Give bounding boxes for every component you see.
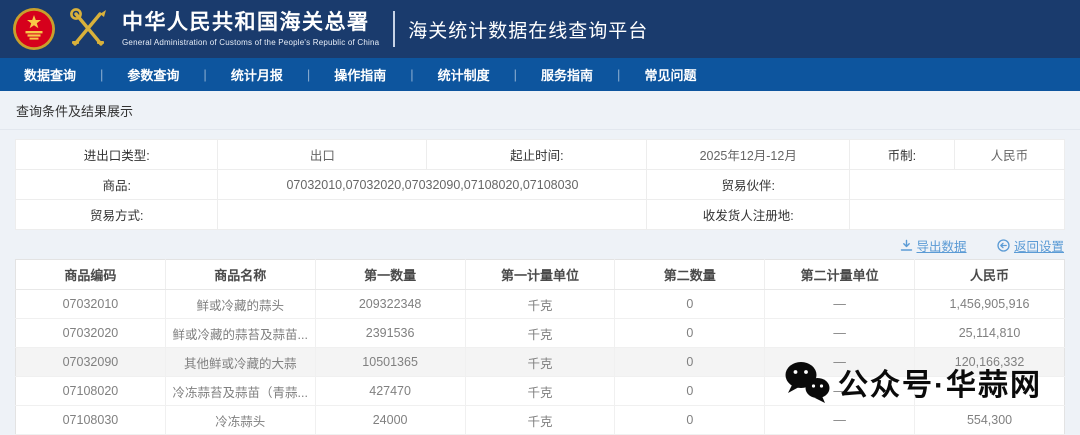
cell-first-unit: 千克 (465, 377, 615, 406)
field-value-registration-place (849, 200, 1064, 230)
col-header-commodity-code: 商品编码 (16, 260, 166, 290)
cell-commodity-name: 冷冻蒜头 (165, 406, 315, 435)
table-row: 07032020 鲜或冷藏的蒜苔及蒜苗... 2391536 千克 0 — 25… (16, 319, 1065, 348)
platform-title: 海关统计数据在线查询平台 (408, 16, 648, 43)
cell-second-unit: — (765, 348, 915, 377)
nav-item-service-guide[interactable]: 服务指南 (517, 65, 617, 84)
cell-commodity-name: 鲜或冷藏的蒜头 (165, 290, 315, 319)
cell-first-quantity: 209322348 (315, 290, 465, 319)
cell-second-quantity: 0 (615, 348, 765, 377)
cell-first-quantity: 427470 (315, 377, 465, 406)
return-arrow-icon (997, 239, 1010, 252)
export-data-button[interactable]: 导出数据 (900, 236, 967, 255)
cell-commodity-code: 07108030 (16, 406, 166, 435)
field-value-date-range: 2025年12月-12月 (647, 140, 849, 170)
cell-first-unit: 千克 (465, 290, 615, 319)
table-actions: 导出数据 返回设置 (16, 236, 1064, 254)
field-label-currency: 币制: (849, 140, 954, 170)
col-header-first-quantity: 第一数量 (315, 260, 465, 290)
export-data-label: 导出数据 (917, 236, 967, 255)
top-banner: 中华人民共和国海关总署 General Administration of Cu… (0, 0, 1080, 58)
field-label-import-export-type: 进出口类型: (16, 140, 218, 170)
results-header-row: 商品编码 商品名称 第一数量 第一计量单位 第二数量 第二计量单位 人民币 (16, 260, 1065, 290)
field-value-import-export-type: 出口 (218, 140, 427, 170)
col-header-second-unit: 第二计量单位 (765, 260, 915, 290)
cell-second-unit: — (765, 290, 915, 319)
col-header-rmb: 人民币 (915, 260, 1065, 290)
cell-first-unit: 千克 (465, 406, 615, 435)
cell-first-unit: 千克 (465, 319, 615, 348)
org-title-block: 中华人民共和国海关总署 General Administration of Cu… (122, 11, 379, 46)
table-row: 07108020 冷冻蒜苔及蒜苗（青蒜... 427470 千克 0 — (16, 377, 1065, 406)
field-value-trade-partner (849, 170, 1064, 200)
cell-commodity-code: 07108020 (16, 377, 166, 406)
col-header-commodity-name: 商品名称 (165, 260, 315, 290)
banner-divider (393, 11, 395, 47)
nav-item-param-query[interactable]: 参数查询 (103, 65, 203, 84)
cell-rmb: 25,114,810 (915, 319, 1065, 348)
field-value-trade-mode (218, 200, 647, 230)
field-label-trade-mode: 贸易方式: (16, 200, 218, 230)
cell-commodity-name: 其他鲜或冷藏的大蒜 (165, 348, 315, 377)
nav-item-statistics-system[interactable]: 统计制度 (414, 65, 514, 84)
field-label-commodity: 商品: (16, 170, 218, 200)
cell-first-quantity: 2391536 (315, 319, 465, 348)
results-table-panel: 商品编码 商品名称 第一数量 第一计量单位 第二数量 第二计量单位 人民币 07… (15, 259, 1065, 435)
back-to-settings-label: 返回设置 (1014, 236, 1064, 255)
col-header-second-quantity: 第二数量 (615, 260, 765, 290)
field-label-registration-place: 收发货人注册地: (647, 200, 849, 230)
nav-item-faq[interactable]: 常见问题 (620, 65, 720, 84)
cell-rmb: 120,166,332 (915, 348, 1065, 377)
cell-second-quantity: 0 (615, 290, 765, 319)
org-title: 中华人民共和国海关总署 (122, 11, 379, 35)
nav-item-monthly-report[interactable]: 统计月报 (207, 65, 307, 84)
query-condition-panel: 进出口类型: 出口 起止时间: 2025年12月-12月 币制: 人民币 商品:… (15, 139, 1065, 230)
cell-commodity-code: 07032090 (16, 348, 166, 377)
cell-second-unit: — (765, 406, 915, 435)
cell-rmb: 1,456,905,916 (915, 290, 1065, 319)
cell-first-quantity: 10501365 (315, 348, 465, 377)
cell-second-unit: — (765, 319, 915, 348)
cell-first-unit: 千克 (465, 348, 615, 377)
cell-second-quantity: 0 (615, 319, 765, 348)
table-row: 07032090 其他鲜或冷藏的大蒜 10501365 千克 0 — 120,1… (16, 348, 1065, 377)
org-subtitle: General Administration of Customs of the… (122, 38, 379, 47)
field-label-trade-partner: 贸易伙伴: (647, 170, 849, 200)
cell-commodity-code: 07032020 (16, 319, 166, 348)
nav-item-data-query[interactable]: 数据查询 (16, 65, 100, 84)
nav-item-operation-guide[interactable]: 操作指南 (310, 65, 410, 84)
field-value-currency: 人民币 (954, 140, 1064, 170)
cell-rmb (915, 377, 1065, 406)
cell-commodity-code: 07032010 (16, 290, 166, 319)
field-label-date-range: 起止时间: (427, 140, 647, 170)
cell-second-quantity: 0 (615, 377, 765, 406)
cell-first-quantity: 24000 (315, 406, 465, 435)
back-to-settings-button[interactable]: 返回设置 (997, 236, 1064, 255)
col-header-first-unit: 第一计量单位 (465, 260, 615, 290)
cell-commodity-name: 冷冻蒜苔及蒜苗（青蒜... (165, 377, 315, 406)
cell-second-unit: — (765, 377, 915, 406)
cell-rmb: 554,300 (915, 406, 1065, 435)
table-row: 07032010 鲜或冷藏的蒜头 209322348 千克 0 — 1,456,… (16, 290, 1065, 319)
table-row: 07108030 冷冻蒜头 24000 千克 0 — 554,300 (16, 406, 1065, 435)
national-emblem-icon (12, 7, 56, 51)
cell-second-quantity: 0 (615, 406, 765, 435)
download-icon (900, 239, 913, 252)
main-navbar: 数据查询 | 参数查询 | 统计月报 | 操作指南 | 统计制度 | 服务指南 … (0, 58, 1080, 91)
field-value-commodity: 07032010,07032020,07032090,07108020,0710… (218, 170, 647, 200)
breadcrumb: 查询条件及结果展示 (0, 91, 1080, 130)
customs-key-emblem-icon (64, 5, 112, 53)
cell-commodity-name: 鲜或冷藏的蒜苔及蒜苗... (165, 319, 315, 348)
